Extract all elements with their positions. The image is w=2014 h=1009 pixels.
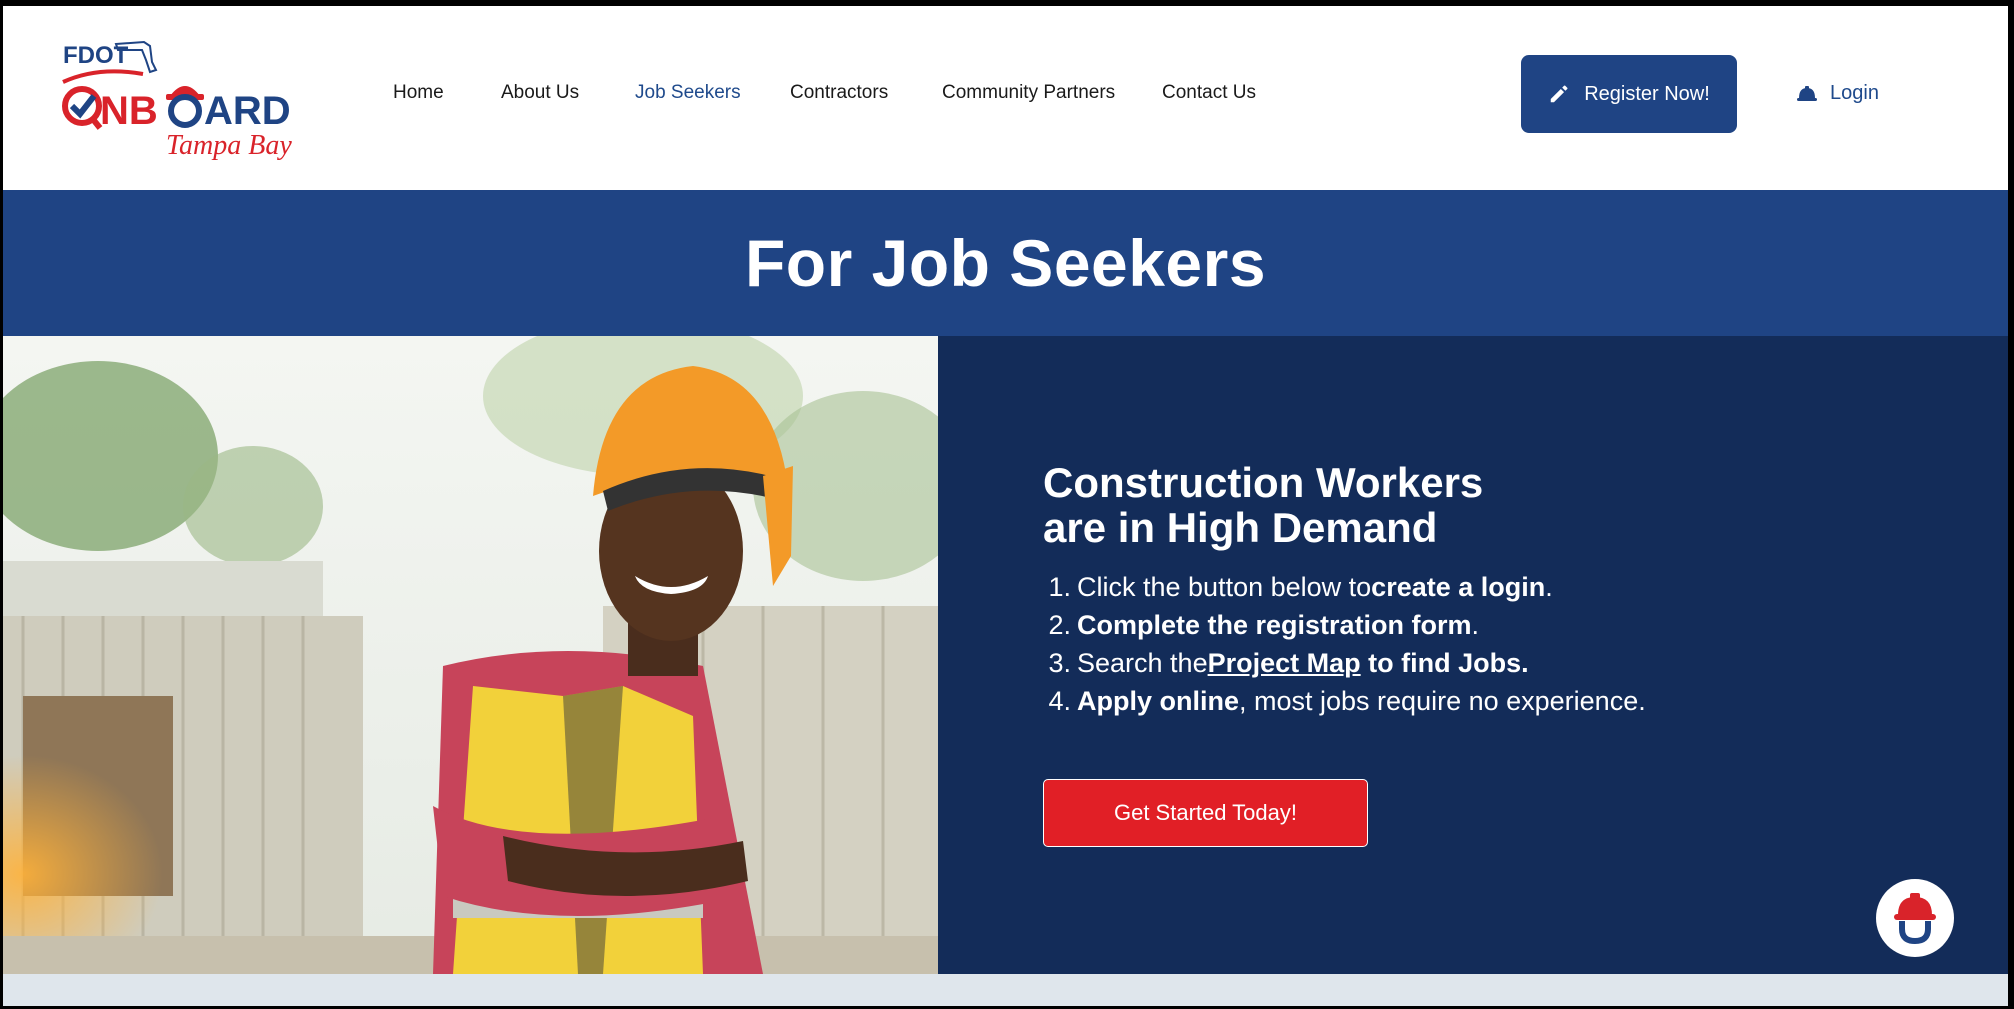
step-bold: create a login xyxy=(1371,571,1546,602)
page-title-band: For Job Seekers xyxy=(3,190,2008,336)
site-logo[interactable]: FDOT NB ARD Tampa Bay xyxy=(58,36,318,161)
hero-worker-photo xyxy=(3,336,938,974)
nav-contractors[interactable]: Contractors xyxy=(790,82,888,104)
nav-community-partners[interactable]: Community Partners xyxy=(942,82,1115,104)
step-text: Click the button below to xyxy=(1077,571,1372,602)
login-link[interactable]: Login xyxy=(1796,82,1879,105)
login-label: Login xyxy=(1830,82,1879,104)
step-bold: Apply online xyxy=(1077,685,1239,716)
step-item: 4. Apply online , most jobs require no e… xyxy=(1043,682,1646,720)
step-item: 1. Click the button below to create a lo… xyxy=(1043,568,1646,606)
step-item: 2. Complete the registration form . xyxy=(1043,606,1646,644)
step-bold: Complete the registration form xyxy=(1077,609,1472,640)
nav-job-seekers[interactable]: Job Seekers xyxy=(635,82,741,104)
register-now-label: Register Now! xyxy=(1584,82,1710,105)
help-chat-button[interactable] xyxy=(1876,879,1954,957)
step-number: 3. xyxy=(1048,647,1071,678)
nav-home[interactable]: Home xyxy=(393,82,444,104)
step-number: 1. xyxy=(1048,571,1071,602)
hardhat-helper-icon xyxy=(1894,893,1936,945)
project-map-link[interactable]: Project Map xyxy=(1208,648,1361,679)
step-text: Search the xyxy=(1077,647,1208,678)
get-started-button[interactable]: Get Started Today! xyxy=(1043,779,1368,847)
steps-list: 1. Click the button below to create a lo… xyxy=(1043,568,1646,720)
step-text-post: . xyxy=(1471,609,1480,640)
page-title: For Job Seekers xyxy=(744,226,1267,300)
logo-ard-text: ARD xyxy=(204,89,291,133)
step-number: 4. xyxy=(1048,685,1071,716)
step-item: 3. Search the Project Map to find Jobs. xyxy=(1043,644,1646,682)
hero-heading-line1: Construction Workers xyxy=(1043,459,1484,506)
nav-contact-us[interactable]: Contact Us xyxy=(1162,82,1256,104)
page: FDOT NB ARD Tampa Bay Home About Us Job … xyxy=(3,6,2008,1006)
register-now-button[interactable]: Register Now! xyxy=(1521,55,1737,133)
pencil-icon xyxy=(1550,85,1568,103)
hero-heading-line2: are in High Demand xyxy=(1043,504,1438,551)
next-section-peek xyxy=(3,974,2008,1006)
hero-heading: Construction Workers are in High Demand xyxy=(1043,460,1483,550)
hardhat-icon xyxy=(1797,85,1817,101)
step-text-post: . xyxy=(1545,571,1553,602)
logo-tampa-bay-text: Tampa Bay xyxy=(166,130,292,161)
logo-nb-text: NB xyxy=(100,89,158,133)
step-text-post: , most jobs require no experience. xyxy=(1239,685,1646,716)
site-header: FDOT NB ARD Tampa Bay Home About Us Job … xyxy=(3,6,2008,190)
step-number: 2. xyxy=(1048,609,1071,640)
nav-about-us[interactable]: About Us xyxy=(501,82,579,104)
logo-fdot-text: FDOT xyxy=(63,42,129,69)
hero-content-panel: Construction Workers are in High Demand … xyxy=(938,336,2008,974)
logo-graphic: FDOT NB ARD Tampa Bay xyxy=(62,40,292,161)
step-bold: to find Jobs. xyxy=(1360,647,1529,678)
worker-illustration xyxy=(3,336,938,974)
